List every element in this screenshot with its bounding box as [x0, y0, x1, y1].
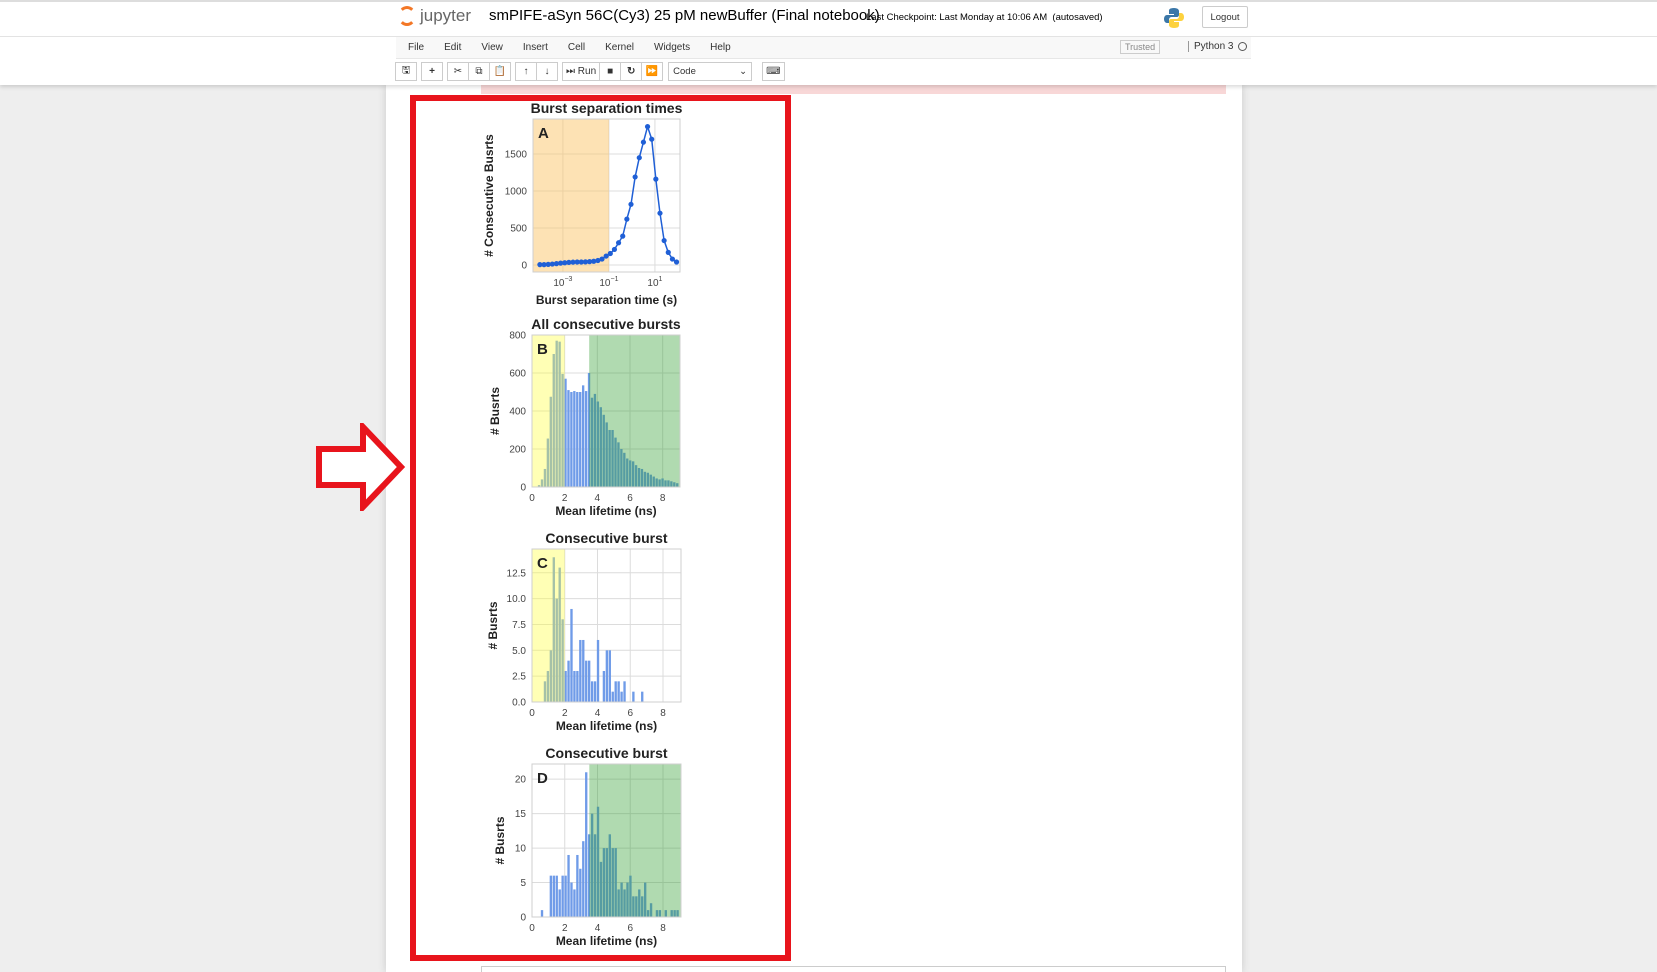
logout-button[interactable]: Logout — [1202, 6, 1248, 28]
stop-icon: ■ — [607, 66, 614, 77]
menu-file[interactable]: File — [396, 42, 434, 53]
insert-cell-button[interactable]: + — [421, 62, 443, 81]
plus-icon: + — [429, 66, 435, 77]
figure-output: 10−3 10−1 101050010001500Burst separation … — [482, 100, 683, 948]
move-up-button[interactable]: ↑ — [515, 62, 537, 81]
cell-type-select[interactable]: Code ⌄ — [668, 62, 753, 81]
autosave-text: (autosaved) — [1052, 12, 1103, 23]
notebook-header: jupyter smPIFE-aSyn 56C(Cy3) 25 pM newBu… — [0, 0, 1657, 85]
logo-text: jupyter — [420, 6, 472, 25]
kernel-idle-icon — [1238, 42, 1247, 51]
interrupt-button[interactable]: ■ — [599, 62, 622, 81]
checkpoint-status: Last Checkpoint: Last Monday at 10:06 AM… — [866, 12, 1103, 23]
copy-button[interactable]: ⧉ — [468, 62, 490, 81]
menu-widgets[interactable]: Widgets — [644, 42, 700, 53]
kernel-name: Python 3 — [1188, 41, 1233, 52]
jupyter-logo-icon — [398, 6, 416, 26]
menu-insert[interactable]: Insert — [513, 42, 558, 53]
right-arrow-icon — [316, 423, 406, 511]
command-palette-button[interactable]: ⌨ — [762, 62, 785, 81]
highlight-box — [410, 95, 791, 961]
paste-button[interactable]: 📋 — [489, 62, 511, 81]
checkpoint-text: Last Checkpoint: Last Monday at 10:06 AM — [866, 12, 1048, 23]
restart-button[interactable]: ↻ — [620, 62, 643, 81]
notebook-title[interactable]: smPIFE-aSyn 56C(Cy3) 25 pM newBuffer (Fi… — [489, 7, 880, 24]
chevron-down-icon: ⌄ — [739, 66, 748, 77]
copy-icon: ⧉ — [475, 66, 483, 77]
save-button[interactable]: 🖫 — [395, 62, 417, 81]
cut-button[interactable]: ✂ — [447, 62, 469, 81]
restart-icon: ↻ — [626, 66, 636, 77]
python-logo-icon — [1164, 8, 1184, 28]
arrow-up-icon: ↑ — [523, 66, 529, 77]
paste-icon: 📋 — [493, 66, 507, 77]
toolbar: 🖫 + ✂ ⧉ 📋 ↑ ↓ ⏭ Run ■ ↻ ⏩ Code ⌄ ⌨ — [395, 62, 785, 82]
fast-forward-icon: ⏩ — [645, 66, 659, 77]
scissors-icon: ✂ — [453, 66, 463, 77]
menu-help[interactable]: Help — [700, 42, 741, 53]
menu-edit[interactable]: Edit — [434, 42, 471, 53]
move-down-button[interactable]: ↓ — [536, 62, 558, 81]
arrow-down-icon: ↓ — [544, 66, 550, 77]
menu-cell[interactable]: Cell — [558, 42, 595, 53]
trusted-indicator[interactable]: Trusted — [1120, 40, 1161, 54]
keyboard-icon: ⌨ — [766, 66, 781, 77]
restart-run-all-button[interactable]: ⏩ — [641, 62, 664, 81]
run-label: Run — [577, 66, 597, 77]
run-button[interactable]: ⏭ Run — [562, 62, 601, 81]
menu-view[interactable]: View — [471, 42, 513, 53]
save-icon: 🖫 — [401, 65, 411, 76]
menu-kernel[interactable]: Kernel — [595, 42, 644, 53]
cell-type-value: Code — [673, 66, 696, 77]
step-forward-icon: ⏭ — [566, 66, 578, 77]
top-border — [0, 0, 1657, 2]
jupyter-logo[interactable]: jupyter — [398, 6, 471, 26]
